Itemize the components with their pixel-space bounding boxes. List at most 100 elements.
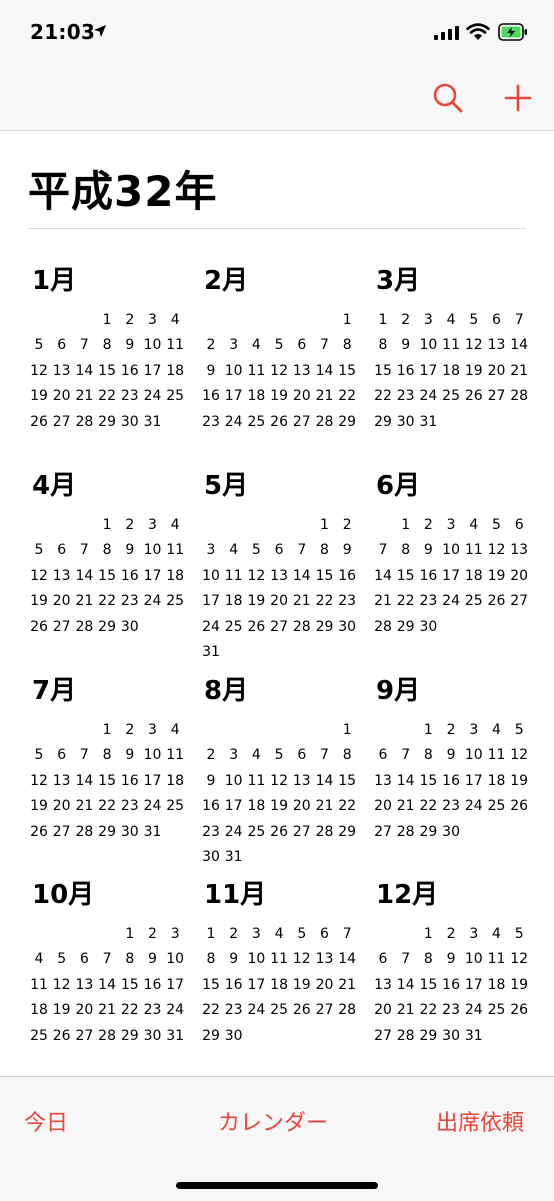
day-cell: 5 [34,337,44,354]
day-cell: 18 [166,567,185,584]
day-cell: 7 [320,337,329,354]
day-cell: 2 [125,517,135,533]
day-cell: 2 [148,926,157,942]
day-cell: 11 [442,337,460,354]
month-2[interactable]: 2月 1 2 3 4 5 6 7 8 9 10 11 12 13 14 15 16 17 18 19 20 21 22 23 2… [200,260,360,450]
day-cell: 29 [98,618,116,635]
day-cell: 5 [274,337,284,354]
day-cell: 7 [378,542,388,559]
day-cell: 22 [98,798,116,815]
day-cell: 28 [292,618,311,635]
day-cell: 21 [75,593,94,610]
day-cell: 13 [75,976,94,993]
month-1[interactable]: 1月 1 2 3 4 5 6 7 8 9 10 11 12 13 14 15 16 17 18 19 20 21 22 23 2… [28,260,188,450]
day-cell: 29 [98,823,116,840]
day-cell: 22 [374,388,392,405]
month-7[interactable]: 7月 1 2 3 4 5 6 7 8 9 10 11 12 13 14 15 16 17 18 19 20 21 22 23 2… [28,670,188,860]
today-button[interactable]: 今日 [24,1105,68,1137]
day-cell: 12 [270,362,288,379]
day-cell: 25 [487,1002,506,1019]
day-cell: 5 [492,517,501,533]
day-cell: 19 [464,362,483,379]
day-cell: 23 [120,798,139,815]
day-cell: 12 [30,772,48,789]
day-cell: 19 [52,1002,71,1019]
day-cell: 18 [30,1002,48,1019]
calendars-button[interactable]: カレンダー [218,1105,328,1137]
day-cell: 18 [487,976,506,993]
day-cell: 13 [52,567,71,584]
day-cell: 16 [419,567,438,584]
day-cell: 8 [342,747,352,764]
month-10[interactable]: 10月 1 2 3 4 5 6 7 8 9 10 11 12 13 14 15 16 17 18 19 20 21 22 23… [28,874,188,1064]
day-cell: 23 [202,413,220,430]
day-cell: 6 [514,517,524,533]
day-cell: 25 [270,1002,288,1019]
day-cell: 29 [98,413,116,430]
day-cell: 7 [79,542,89,559]
month-4[interactable]: 4月 1 2 3 4 5 6 7 8 9 10 11 12 13 14 15 16 17 18 19 20 21 22 23 2… [28,465,188,655]
day-cell: 24 [143,388,162,405]
month-12[interactable]: 12月 1 2 3 4 5 6 7 8 9 10 11 12 13 14 15 16 17 18 19 20 21 22 23… [372,874,532,1064]
day-cell: 16 [143,976,162,993]
day-cell: 13 [292,362,311,379]
day-cell: 11 [247,362,266,379]
inbox-button[interactable]: 出席依頼 [436,1105,524,1137]
day-cell: 10 [166,951,185,968]
day-cell: 4 [229,542,239,559]
day-cell: 21 [315,388,334,405]
day-cell: 4 [170,312,180,328]
day-cell: 23 [143,1002,162,1019]
month-name: 8月 [204,676,249,706]
month-name: 2月 [204,266,249,296]
day-cell: 30 [120,618,139,635]
day-cell: 6 [274,542,284,559]
day-cell: 20 [315,976,334,993]
year-calendar-grid: 1月 1 2 3 4 5 6 7 8 9 10 11 12 13 14 15 16 17 18 19 20 21 22 23 2… [0,0,554,1070]
month-6[interactable]: 6月 1 2 3 4 5 6 7 8 9 10 11 12 13 14 15 16 17 18 19 20 21 22 23 2… [372,465,532,655]
day-cell: 17 [224,798,243,815]
day-cell: 7 [401,747,411,764]
day-cell: 15 [396,567,415,584]
day-cell: 10 [442,542,460,559]
day-cell: 26 [510,798,529,815]
day-cell: 5 [34,747,44,764]
day-cell: 8 [401,542,411,559]
day-cell: 10 [247,951,266,968]
month-name: 10月 [32,880,95,910]
day-cell: 21 [396,798,415,815]
day-cell: 3 [170,926,180,942]
day-cell: 4 [251,337,261,354]
day-cell: 11 [30,976,48,993]
day-cell: 4 [469,517,479,533]
month-9[interactable]: 9月 1 2 3 4 5 6 7 8 9 10 11 12 13 14 15 16 17 18 19 20 21 22 23 2… [372,670,532,860]
month-name: 6月 [376,471,421,501]
day-cell: 23 [419,593,438,610]
day-cell: 25 [166,388,185,405]
day-cell: 14 [75,772,94,789]
day-cell: 12 [270,772,288,789]
day-cell: 8 [206,951,216,968]
month-11[interactable]: 11月 1 2 3 4 5 6 7 8 9 10 11 12 13 14 15 16 17 18 19 20 21 22 23… [200,874,360,1064]
month-5[interactable]: 5月 1 2 3 4 5 6 7 8 9 10 11 12 13 14 15 16 17 18 19 20 21 22 23 2… [200,465,360,660]
day-cell: 17 [143,567,162,584]
day-cell: 30 [419,618,438,635]
day-cell: 23 [120,388,139,405]
day-cell: 31 [224,849,243,865]
month-3[interactable]: 3月 1 2 3 4 5 6 7 8 9 10 11 12 13 14 15 16 17 18 19 20 21 22 23 2… [372,260,532,450]
month-name: 5月 [204,471,249,501]
day-cell: 4 [492,926,501,942]
day-cell: 27 [52,413,71,430]
day-cell: 3 [148,517,157,533]
day-cell: 3 [251,926,261,942]
day-cell: 17 [202,593,220,610]
day-cell: 21 [315,798,334,815]
day-cell: 29 [419,823,438,840]
day-cell: 18 [166,772,185,789]
day-cell: 17 [442,567,460,584]
day-cell: 20 [270,593,288,610]
month-8[interactable]: 8月 1 2 3 4 5 6 7 8 9 10 11 12 13 14 15 16 17 18 19 20 21 22 23 2… [200,670,360,865]
day-cell: 30 [143,1027,162,1044]
day-cell: 17 [143,362,162,379]
day-cell: 8 [378,337,388,354]
